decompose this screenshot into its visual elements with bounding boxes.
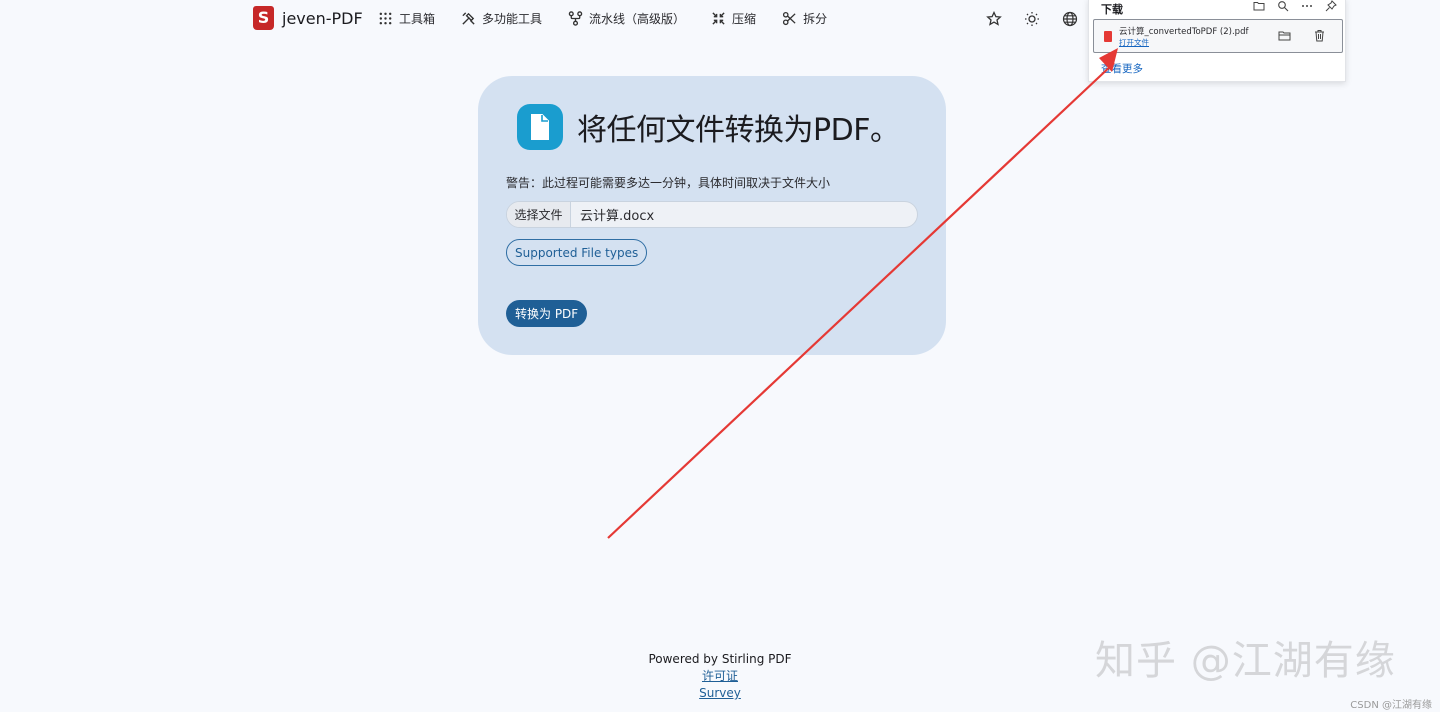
supported-file-types-button[interactable]: Supported File types <box>506 239 648 266</box>
search-icon[interactable] <box>1277 0 1289 12</box>
warning-text: 警告：此过程可能需要多达一分钟，具体时间取决于文件大小 <box>506 176 831 190</box>
nav-item-toolbox[interactable]: 工具箱 <box>378 10 435 27</box>
convert-to-pdf-button[interactable]: 转换为 PDF <box>506 300 588 327</box>
open-file-link[interactable]: 打开文件 <box>1119 37 1149 48</box>
nav-item-label: 流水线（高级版） <box>589 12 686 26</box>
nav-item-label: 压缩 <box>732 12 757 26</box>
download-item-actions <box>1278 29 1326 42</box>
compress-icon <box>712 12 725 25</box>
nav-item-split[interactable]: 拆分 <box>782 10 827 27</box>
grid-icon <box>379 12 392 25</box>
brand-name: jeven-PDF <box>282 8 363 28</box>
downloads-title: 下载 <box>1101 3 1123 16</box>
brand-logo: S <box>253 6 274 30</box>
show-in-folder-icon[interactable] <box>1278 29 1291 42</box>
brand[interactable]: S jeven-PDF <box>253 6 363 30</box>
scissors-icon <box>783 11 796 26</box>
card-header: 将任何文件转换为PDF。 <box>517 104 900 150</box>
zhihu-watermark: 知乎 @江湖有缘 <box>1095 638 1396 684</box>
nav-item-multitool[interactable]: 多功能工具 <box>461 10 542 27</box>
tools-icon <box>462 12 475 25</box>
selected-file-name: 云计算.docx <box>580 209 655 224</box>
download-filename: 云计算_convertedToPDF (2).pdf <box>1119 27 1249 37</box>
nav-item-compress[interactable]: 压缩 <box>711 10 756 27</box>
trash-icon[interactable] <box>1313 29 1326 42</box>
nav-menu: 工具箱 多功能工具 流水线（高级版） 压缩 拆分 <box>378 10 853 27</box>
nav-item-label: 工具箱 <box>399 12 436 26</box>
globe-icon[interactable] <box>1062 11 1078 27</box>
convert-card: 将任何文件转换为PDF。 警告：此过程可能需要多达一分钟，具体时间取决于文件大小… <box>478 76 946 355</box>
downloads-panel: 下载 云计算_convertedToPDF (2).pdf 打开文件 查看更多 <box>1088 0 1346 82</box>
sun-icon[interactable] <box>1024 11 1040 27</box>
nav-right-icons <box>986 11 1078 27</box>
survey-link[interactable]: Survey <box>0 685 1440 702</box>
downloads-toolbar <box>1253 0 1337 12</box>
see-more-link[interactable]: 查看更多 <box>1101 61 1143 76</box>
csdn-watermark: CSDN @江湖有缘 <box>1350 700 1432 711</box>
pin-icon[interactable] <box>1325 0 1337 12</box>
file-input[interactable]: 选择文件 云计算.docx <box>506 201 918 228</box>
pdf-file-icon <box>1104 31 1112 42</box>
choose-file-button[interactable]: 选择文件 <box>507 202 571 227</box>
pipeline-icon <box>568 11 583 26</box>
nav-item-label: 拆分 <box>803 12 828 26</box>
folder-icon[interactable] <box>1253 0 1265 12</box>
more-icon[interactable] <box>1301 0 1313 12</box>
nav-item-pipeline[interactable]: 流水线（高级版） <box>568 10 685 27</box>
document-icon <box>517 104 563 150</box>
download-item[interactable]: 云计算_convertedToPDF (2).pdf 打开文件 <box>1093 19 1343 53</box>
star-icon[interactable] <box>986 11 1002 27</box>
page-title: 将任何文件转换为PDF。 <box>577 113 900 148</box>
nav-item-label: 多功能工具 <box>482 12 543 26</box>
